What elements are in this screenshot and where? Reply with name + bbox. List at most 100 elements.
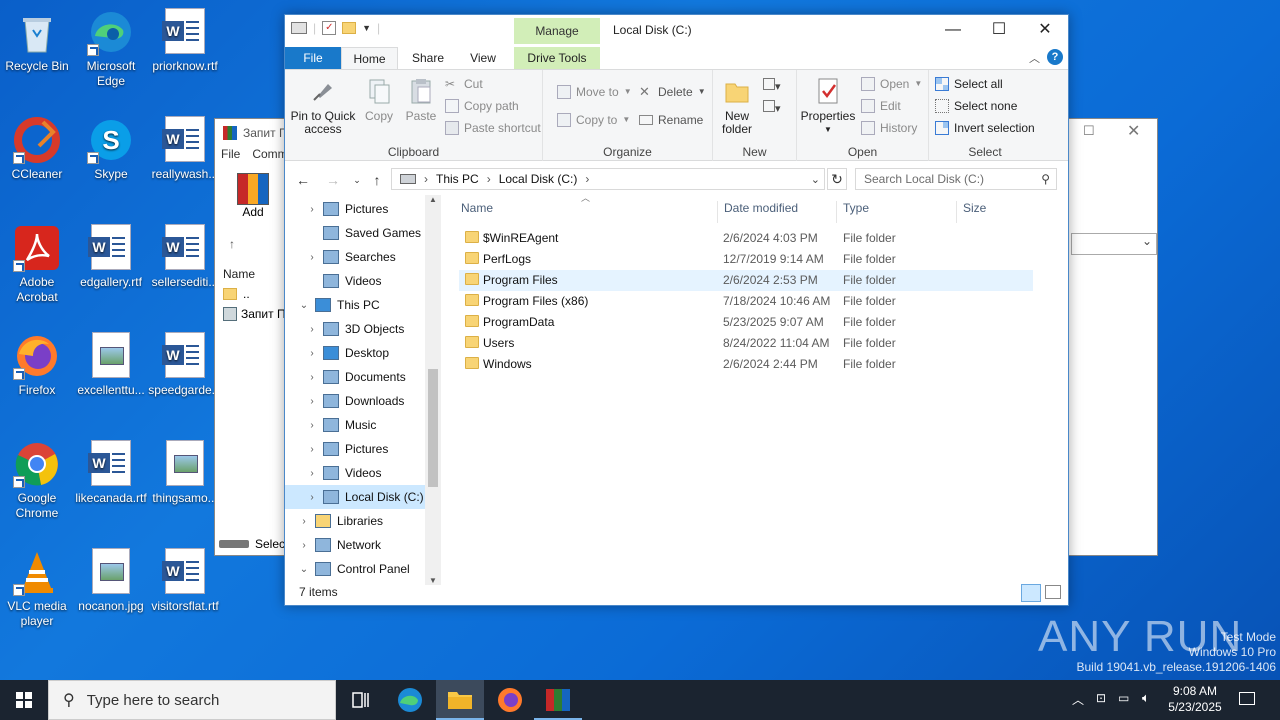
show-hidden-icons-icon[interactable]: ︿ <box>1072 691 1084 708</box>
address-bar[interactable]: › This PC › Local Disk (C:) › ⌄ <box>391 168 825 190</box>
new-folder-button[interactable]: New folder <box>715 76 759 136</box>
qat-dropdown-icon[interactable]: ▼ <box>362 23 371 33</box>
nav-item[interactable]: Videos <box>285 269 425 293</box>
minimize-button[interactable]: — <box>930 15 976 45</box>
bg-close-button[interactable]: ✕ <box>1127 121 1147 141</box>
chevron-right-icon[interactable]: › <box>305 204 319 215</box>
invert-selection-button[interactable]: Invert selection <box>935 118 1035 138</box>
nav-item[interactable]: › Local Disk (C:) <box>285 485 425 509</box>
desktop-icon-sellersediti[interactable]: W sellersediti... <box>148 224 222 290</box>
properties-button[interactable]: Properties ▼ <box>799 76 857 136</box>
nav-item[interactable]: › Searches <box>285 245 425 269</box>
desktop-icon-speedgarde[interactable]: W speedgarde... <box>148 332 222 398</box>
chevron-right-icon[interactable]: › <box>305 444 319 455</box>
taskbar-firefox[interactable] <box>486 680 534 720</box>
desktop-icon-firefox[interactable]: Firefox <box>0 332 74 398</box>
open-button[interactable]: Open ▼ <box>861 74 922 94</box>
clock[interactable]: 9:08 AM 5/23/2025 <box>1164 680 1226 720</box>
nav-scrollbar[interactable]: ▲ ▼ <box>425 195 441 585</box>
chevron-right-icon[interactable]: › <box>305 324 319 335</box>
chevron-right-icon[interactable]: › <box>305 252 319 263</box>
rename-button[interactable]: Rename <box>639 110 703 130</box>
close-button[interactable]: ✕ <box>1022 15 1068 45</box>
cut-button[interactable]: ✂ Cut <box>445 74 483 94</box>
edit-button[interactable]: Edit <box>861 96 901 116</box>
new-item-icon[interactable]: ▾ <box>763 78 787 94</box>
desktop-icon-vlc-media-player[interactable]: VLC media player <box>0 548 74 629</box>
back-button[interactable]: ← <box>293 170 313 190</box>
desktop-icon-thingsamo[interactable]: thingsamo... <box>148 440 222 506</box>
start-button[interactable] <box>0 680 48 720</box>
network-status-icon[interactable]: ⊡ <box>1096 691 1106 705</box>
file-row[interactable]: Users 8/24/2022 11:04 AM File folder <box>459 333 1033 354</box>
navigation-pane[interactable]: › Pictures Saved Games › Searches Videos ⌄ This… <box>285 195 441 585</box>
tab-drive-tools[interactable]: Drive Tools <box>514 47 600 69</box>
desktop-icon-reallywash[interactable]: W reallywash... <box>148 116 222 182</box>
address-dropdown-icon[interactable]: ⌄ <box>811 173 820 186</box>
column-date-modified[interactable]: Date modified <box>717 201 798 223</box>
paste-button[interactable]: Paste <box>401 76 441 123</box>
help-icon[interactable]: ? <box>1047 49 1063 65</box>
file-row[interactable]: ProgramData 5/23/2025 9:07 AM File folder <box>459 312 1033 333</box>
action-center-button[interactable] <box>1236 680 1260 720</box>
maximize-button[interactable]: ☐ <box>976 15 1022 45</box>
copy-button[interactable]: Copy <box>359 76 399 123</box>
nav-item[interactable]: › Music <box>285 413 425 437</box>
desktop-icon-visitorsflat-rtf[interactable]: W visitorsflat.rtf <box>148 548 222 614</box>
move-to-button[interactable]: Move to ▼ <box>557 82 632 102</box>
desktop-icon-nocanon-jpg[interactable]: nocanon.jpg <box>74 548 148 614</box>
chevron-right-icon[interactable]: › <box>297 516 311 527</box>
file-row[interactable]: Program Files (x86) 7/18/2024 10:46 AM Fil… <box>459 291 1033 312</box>
column-type[interactable]: Type <box>836 201 869 223</box>
column-name[interactable]: Name <box>461 201 493 223</box>
chevron-right-icon[interactable]: › <box>305 468 319 479</box>
nav-scroll-thumb[interactable] <box>428 369 438 487</box>
column-size[interactable]: Size <box>956 201 986 223</box>
tab-share[interactable]: Share <box>406 47 450 69</box>
delete-button[interactable]: ✕ Delete ▼ <box>639 82 706 102</box>
nav-item[interactable]: › Pictures <box>285 197 425 221</box>
file-row[interactable]: Windows 2/6/2024 2:44 PM File folder <box>459 354 1033 375</box>
nav-item[interactable]: › Videos <box>285 461 425 485</box>
scroll-up-icon[interactable]: ▲ <box>425 195 441 204</box>
bg-up-arrow-icon[interactable]: ↑ <box>229 237 235 251</box>
history-button[interactable]: History <box>861 118 917 138</box>
tab-file[interactable]: File <box>285 47 341 69</box>
refresh-button[interactable]: ↻ <box>827 168 847 190</box>
nav-item[interactable]: › Downloads <box>285 389 425 413</box>
chevron-right-icon[interactable]: › <box>305 420 319 431</box>
nav-item[interactable]: Saved Games <box>285 221 425 245</box>
breadcrumb-local-disk[interactable]: Local Disk (C:) <box>499 172 578 186</box>
up-button[interactable]: ↑ <box>367 170 387 190</box>
file-row[interactable]: PerfLogs 12/7/2019 9:14 AM File folder <box>459 249 1033 270</box>
details-view-button[interactable] <box>1021 584 1041 602</box>
volume-icon[interactable]: 🔈︎ <box>1142 690 1150 706</box>
chevron-right-icon[interactable]: › <box>305 396 319 407</box>
desktop-icon-microsoft-edge[interactable]: Microsoft Edge <box>74 8 148 89</box>
taskbar-file-explorer[interactable] <box>436 680 484 720</box>
chevron-right-icon[interactable]: › <box>297 540 311 551</box>
bg-row-parent[interactable]: .. <box>223 287 250 301</box>
taskbar-search-box[interactable]: ⚲ Type here to search <box>48 680 336 720</box>
bg-menu-commands[interactable]: Comm <box>252 147 287 167</box>
pin-to-quick-access-button[interactable]: Pin to Quick access <box>289 76 357 136</box>
chevron-down-icon[interactable]: ⌄ <box>297 564 311 575</box>
recent-locations-button[interactable]: ⌄ <box>347 170 367 190</box>
desktop-icon-adobe-acrobat[interactable]: Adobe Acrobat <box>0 224 74 305</box>
select-none-button[interactable]: Select none <box>935 96 1017 116</box>
task-view-button[interactable] <box>336 680 384 720</box>
file-row[interactable]: $WinREAgent 2/6/2024 4:03 PM File folder <box>459 228 1033 249</box>
desktop-icon-priorknow-rtf[interactable]: W priorknow.rtf <box>148 8 222 74</box>
collapse-ribbon-icon[interactable]: ︿ <box>1029 50 1040 66</box>
desktop-icon-likecanada-rtf[interactable]: W likecanada.rtf <box>74 440 148 506</box>
search-box[interactable]: Search Local Disk (C:) ⚲ <box>855 168 1057 190</box>
forward-button[interactable]: → <box>323 170 343 190</box>
paste-shortcut-button[interactable]: Paste shortcut <box>445 118 541 138</box>
breadcrumb-this-pc[interactable]: This PC <box>436 172 479 186</box>
chevron-right-icon[interactable]: › <box>305 348 319 359</box>
taskbar-winrar[interactable] <box>534 680 582 720</box>
tab-view[interactable]: View <box>461 47 505 69</box>
desktop-icon-edgallery-rtf[interactable]: W edgallery.rtf <box>74 224 148 290</box>
chevron-right-icon[interactable]: › <box>305 492 319 503</box>
bg-maximize-button[interactable]: ☐ <box>1083 123 1103 143</box>
